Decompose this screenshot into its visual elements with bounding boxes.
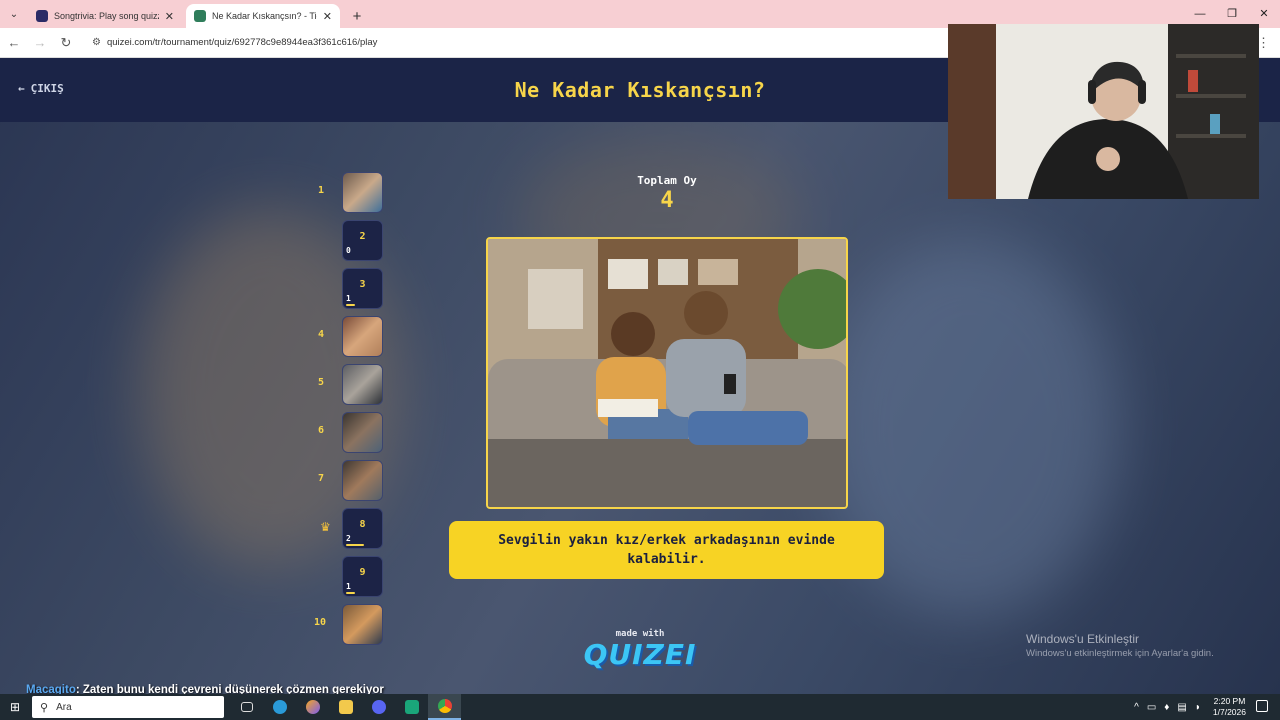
clock-time: 2:20 PM [1213, 696, 1246, 706]
system-tray: ^ ▭ ♦ ▤ ◗ 2:20 PM 1/7/2026 [1126, 694, 1246, 720]
windows-activate-subtitle: Windows'u etkinleştirmek için Ayarlar'a … [1026, 648, 1214, 659]
copilot-icon[interactable] [296, 694, 329, 720]
vote-count: 1 [346, 582, 351, 591]
site-info-icon[interactable]: ⚙ [92, 37, 101, 48]
windows-taskbar: ⊞ ⚲ Ara ^ ▭ ♦ ▤ ◗ 2:20 PM 1/7/2026 [0, 694, 1280, 720]
green-app-icon[interactable] [395, 694, 428, 720]
vote-count: 1 [346, 294, 351, 303]
vote-bar [346, 592, 355, 594]
chrome-icon[interactable] [428, 694, 461, 720]
notification-icon[interactable] [1256, 700, 1268, 712]
songtrivia-favicon-icon [36, 10, 48, 22]
volume-icon[interactable]: ◗ [1195, 702, 1201, 713]
network-icon[interactable]: ▭ [1147, 702, 1156, 713]
url-field[interactable]: ⚙ quizei.com/tr/tournament/quiz/692778c9… [84, 31, 984, 54]
vote-bar [346, 304, 355, 306]
vote-bar [346, 544, 364, 546]
vote-count: 2 [346, 534, 351, 543]
forward-arrow-icon[interactable]: → [28, 35, 52, 50]
rank-row: 20 [318, 218, 388, 266]
url-text: quizei.com/tr/tournament/quiz/692778c9e8… [106, 37, 378, 48]
search-icon: ⚲ [40, 701, 49, 714]
task-view-icon[interactable] [230, 694, 263, 720]
rank-number: 10 [314, 617, 327, 628]
page-title: Ne Kadar Kıskançsın? [514, 78, 766, 102]
windows-start-icon[interactable]: ⊞ [0, 700, 30, 714]
tab-songtrivia[interactable]: Songtrivia: Play song quizzes w ✕ [28, 4, 182, 28]
close-tab-icon[interactable]: ✕ [323, 10, 332, 23]
crown-icon: ♛ [320, 520, 331, 534]
back-arrow-icon[interactable]: ← [2, 35, 26, 50]
chevron-up-icon[interactable]: ^ [1134, 702, 1139, 713]
vote-count: 0 [346, 246, 351, 255]
display-icon[interactable]: ▤ [1177, 702, 1186, 713]
rank-slot[interactable]: 82 [342, 508, 383, 549]
rank-number: 4 [318, 329, 325, 340]
rank-slot[interactable]: 91 [342, 556, 383, 597]
webcam-overlay [948, 24, 1259, 199]
taskbar-apps [230, 694, 461, 720]
tab-title: Songtrivia: Play song quizzes w [54, 11, 159, 21]
rank-row: 5 [318, 362, 388, 410]
exit-label: ÇIKIŞ [30, 82, 64, 95]
rank-thumbnail[interactable] [342, 460, 383, 501]
rank-thumbnail[interactable] [342, 412, 383, 453]
search-placeholder: Ara [56, 701, 72, 713]
rank-row: 4 [318, 314, 388, 362]
quizei-favicon-icon [194, 10, 206, 22]
clock[interactable]: 2:20 PM 1/7/2026 [1213, 696, 1246, 718]
rank-slot[interactable]: 31 [342, 268, 383, 309]
rank-slot[interactable]: 20 [342, 220, 383, 261]
rank-thumbnail[interactable] [342, 364, 383, 405]
clock-date: 1/7/2026 [1212, 707, 1246, 717]
rank-row: 7 [318, 458, 388, 506]
rank-number: 7 [318, 473, 325, 484]
tab-quizei[interactable]: Ne Kadar Kıskançsın? - Tier List ✕ [186, 4, 340, 28]
streamer-camera-image [948, 24, 1259, 199]
reload-icon[interactable]: ↻ [54, 35, 78, 51]
rank-row: 31 [318, 266, 388, 314]
windows-activate-title: Windows'u Etkinleştir [1026, 632, 1139, 646]
discord-icon[interactable] [362, 694, 395, 720]
arrow-left-icon: ← [18, 82, 25, 95]
new-tab-button[interactable]: + [344, 4, 370, 28]
rank-row: 6 [318, 410, 388, 458]
rank-number: 6 [318, 425, 325, 436]
file-explorer-icon[interactable] [329, 694, 362, 720]
slot-number: 2 [359, 231, 366, 242]
microphone-icon[interactable]: ♦ [1164, 702, 1169, 713]
slot-number: 3 [359, 279, 366, 290]
taskbar-search-input[interactable]: ⚲ Ara [32, 696, 224, 718]
rank-thumbnail[interactable] [342, 316, 383, 357]
rank-row: 91 [318, 554, 388, 602]
exit-button[interactable]: ← ÇIKIŞ [18, 82, 64, 95]
couple-on-sofa-image [488, 239, 846, 507]
question-photo [486, 237, 848, 509]
rank-list: 1 2 0 3 1 4 5 6 7 ♛ 8 2 9 1 10 [314, 170, 388, 650]
slot-number: 9 [359, 567, 366, 578]
tab-title: Ne Kadar Kıskançsın? - Tier List [212, 11, 317, 21]
close-tab-icon[interactable]: ✕ [165, 10, 174, 23]
slot-number: 8 [359, 519, 366, 530]
answer-card[interactable]: Sevgilin yakın kız/erkek arkadaşının evi… [449, 521, 884, 579]
tab-search-chevron-icon[interactable]: ⌄ [0, 0, 28, 28]
rank-row: ♛ 8 2 [318, 506, 388, 554]
screen: ⌄ Songtrivia: Play song quizzes w ✕ Ne K… [0, 0, 1280, 720]
edge-icon[interactable] [263, 694, 296, 720]
rank-number: 5 [318, 377, 325, 388]
